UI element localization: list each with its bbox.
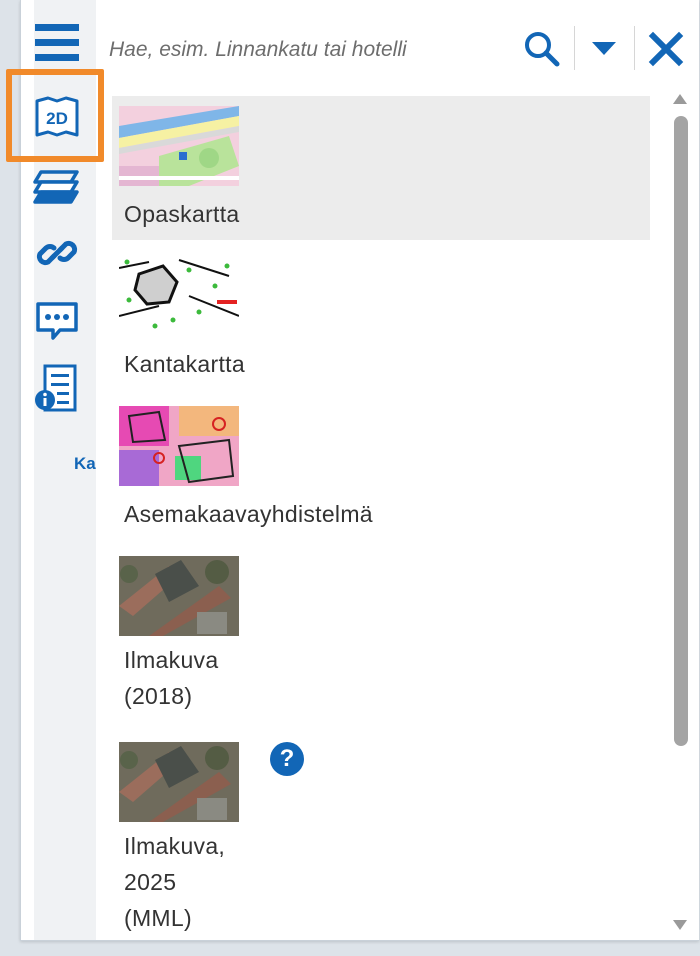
scroll-thumb[interactable]	[674, 116, 688, 746]
link-icon[interactable]	[30, 226, 84, 280]
scroll-down-icon[interactable]	[673, 920, 687, 930]
map-2d-icon[interactable]: 2D	[30, 90, 84, 144]
base-map-list: Opaskartta Kantakartta Asemakaavayhdiste…	[112, 96, 650, 940]
layer-label: Asemakaavayhdistelmä	[124, 501, 373, 527]
layer-label: Ilmakuva (2018)	[124, 647, 219, 709]
layer-label: Ilmakuva, 2025 (MML)	[124, 833, 226, 931]
scroll-up-icon[interactable]	[673, 94, 687, 104]
scrollbar[interactable]	[666, 86, 696, 940]
list-item[interactable]: Opaskartta	[112, 96, 650, 240]
menu-icon[interactable]	[30, 16, 84, 70]
list-item[interactable]: Kantakartta	[112, 246, 650, 390]
feedback-icon[interactable]	[30, 294, 84, 348]
ilmakuva-2025-thumbnail	[119, 742, 239, 822]
search-input[interactable]: Hae, esim. Linnankatu tai hotelli	[109, 38, 407, 62]
layer-label: Opaskartta	[124, 201, 240, 227]
chevron-down-icon[interactable]	[582, 28, 626, 68]
sidebar-truncated-label: Ka	[74, 454, 96, 473]
close-icon[interactable]	[642, 26, 690, 72]
asemakaava-thumbnail	[119, 406, 239, 486]
layers-icon[interactable]	[30, 160, 84, 214]
list-item[interactable]: Ilmakuva (2018)	[112, 546, 650, 726]
ilmakuva-2018-thumbnail	[119, 556, 239, 636]
info-list-icon[interactable]	[30, 362, 84, 416]
opaskartta-thumbnail	[119, 106, 239, 186]
search-icon[interactable]	[518, 26, 566, 72]
toolbar-divider	[574, 26, 575, 70]
list-item[interactable]: Asemakaavayhdistelmä	[112, 396, 650, 540]
list-item[interactable]: Ilmakuva, 2025 (MML)	[112, 732, 650, 940]
kantakartta-thumbnail	[119, 256, 239, 336]
svg-text:2D: 2D	[46, 109, 68, 128]
toolbar-divider	[634, 26, 635, 70]
help-icon[interactable]: ?	[270, 742, 304, 776]
layer-label: Kantakartta	[124, 351, 245, 377]
